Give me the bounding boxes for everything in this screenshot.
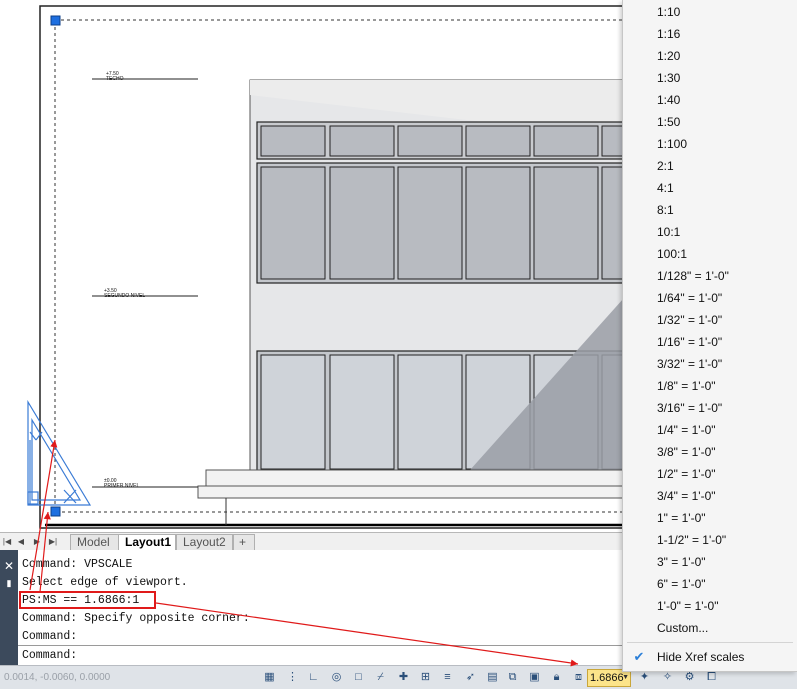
auto-scale-icon[interactable]: ✧ <box>660 670 675 685</box>
hide-xref-label: Hide Xref scales <box>657 650 745 664</box>
level-label-techo: +7.50 TECHO <box>106 72 124 82</box>
close-icon[interactable]: ✕ <box>3 560 15 572</box>
command-history-line: Select edge of viewport. <box>22 576 188 589</box>
scale-menu-item[interactable]: 1/4" = 1'-0" <box>623 419 797 441</box>
scale-menu-item[interactable]: 1-1/2" = 1'-0" <box>623 529 797 551</box>
previous-tab-button[interactable]: ◀ <box>16 536 26 548</box>
scale-value-text: 1.6866 <box>590 672 624 684</box>
level-label-primer: ±0.00 PRIMER NIVEL <box>104 479 139 489</box>
scale-menu-item[interactable]: 10:1 <box>623 221 797 243</box>
tab-model[interactable]: Model <box>70 534 119 550</box>
scale-menu-item[interactable]: 1/32" = 1'-0" <box>623 309 797 331</box>
checkmark-icon: ✔ <box>633 649 645 664</box>
3d-osnap-icon[interactable]: ⧉ <box>505 670 520 685</box>
plinth-step-lower <box>197 485 641 499</box>
dyn-icon[interactable]: ⊞ <box>418 670 433 685</box>
selection-cycling-icon[interactable]: ➶ <box>463 670 478 685</box>
annotation-scale-icon: ⧈ <box>575 671 582 683</box>
scale-menu-item[interactable]: 2:1 <box>623 155 797 177</box>
chevron-down-icon: ▼ <box>622 674 629 681</box>
scale-menu-item[interactable]: Custom... <box>623 617 797 639</box>
scale-menu-item[interactable]: 1:20 <box>623 45 797 67</box>
command-history-line: Command: <box>22 630 78 643</box>
scale-menu-item[interactable]: 3/8" = 1'-0" <box>623 441 797 463</box>
command-history: Command: VPSCALE Select edge of viewport… <box>22 556 622 646</box>
transparency-icon[interactable]: ▤ <box>485 670 500 685</box>
pin-icon[interactable]: ▮ <box>4 578 14 588</box>
scale-menu-item[interactable]: 6" = 1'-0" <box>623 573 797 595</box>
dynamic-ucs-icon[interactable]: ▣ <box>527 670 542 685</box>
command-history-line: Command: Specify opposite corner: <box>22 612 250 625</box>
viewport-grip-top <box>50 15 61 26</box>
snap-icon[interactable]: ⋮ <box>285 670 300 685</box>
ortho-icon[interactable]: ∟ <box>306 670 321 685</box>
scale-menu-item[interactable]: 1:50 <box>623 111 797 133</box>
scale-menu-item[interactable]: 1/2" = 1'-0" <box>623 463 797 485</box>
command-history-line: Command: VPSCALE <box>22 558 133 571</box>
level-name: SEGUNDO NIVEL <box>104 293 146 299</box>
last-tab-button[interactable]: ▶| <box>48 536 58 548</box>
osnap-icon[interactable]: □ <box>351 670 366 685</box>
scale-menu-item[interactable]: 1:40 <box>623 89 797 111</box>
next-tab-button[interactable]: ▶ <box>32 536 42 548</box>
scale-menu-item[interactable]: 1:30 <box>623 67 797 89</box>
tab-layout1[interactable]: Layout1 <box>118 534 176 550</box>
menu-separator <box>627 642 793 643</box>
scale-menu-item[interactable]: 1" = 1'-0" <box>623 507 797 529</box>
upper-window-panes <box>260 125 641 280</box>
lineweight-icon[interactable]: ≡ <box>440 670 455 685</box>
level-name: TECHO <box>106 76 124 82</box>
scale-menu-item[interactable]: 1/8" = 1'-0" <box>623 375 797 397</box>
scale-menu-item[interactable]: 1:16 <box>623 23 797 45</box>
scale-menu-item[interactable]: 1:10 <box>623 1 797 23</box>
scale-menu-item[interactable]: 1/128" = 1'-0" <box>623 265 797 287</box>
tab-layout2[interactable]: Layout2 <box>176 534 233 550</box>
scale-menu-item[interactable]: 1'-0" = 1'-0" <box>623 595 797 617</box>
scale-dropdown-menu: 1:10 1:16 1:20 1:30 1:40 1:50 1:100 2:1 4:1 8:1 10… <box>622 0 797 672</box>
polar-icon[interactable]: ◎ <box>329 670 344 685</box>
scale-menu-item[interactable]: 1:100 <box>623 133 797 155</box>
scale-menu-item[interactable]: 1/64" = 1'-0" <box>623 287 797 309</box>
annotation-visibility-icon[interactable]: ✦ <box>637 670 652 685</box>
lock-icon[interactable]: 🔒︎ <box>549 670 564 685</box>
first-tab-button[interactable]: |◀ <box>2 536 12 548</box>
scale-menu-item[interactable]: 3/4" = 1'-0" <box>623 485 797 507</box>
coordinate-readout: 0.0014, -0.0060, 0.0000 <box>4 672 111 683</box>
scale-menu-item[interactable]: 4:1 <box>623 177 797 199</box>
workspace-icon[interactable]: ⚙ <box>682 670 697 685</box>
command-input[interactable] <box>80 647 680 664</box>
scale-menu-item[interactable]: 3" = 1'-0" <box>623 551 797 573</box>
otrack-icon[interactable]: ⌿ <box>373 670 388 685</box>
viewport-grip-bottom <box>50 506 61 517</box>
viewport-lock-icon[interactable]: ⧠ <box>704 670 719 685</box>
scale-menu-item[interactable]: 8:1 <box>623 199 797 221</box>
level-label-segundo: +3.50 SEGUNDO NIVEL <box>104 289 145 299</box>
scale-menu-item[interactable]: 100:1 <box>623 243 797 265</box>
ucs-toggle-icon[interactable]: ✚ <box>396 670 411 685</box>
hide-xref-scales-option[interactable]: ✔ Hide Xref scales <box>623 646 797 668</box>
scale-menu-item[interactable]: 3/16" = 1'-0" <box>623 397 797 419</box>
scale-menu-item[interactable]: 1/16" = 1'-0" <box>623 331 797 353</box>
plinth-step-upper <box>205 469 641 487</box>
add-layout-button[interactable]: + <box>233 534 255 550</box>
grid-icon[interactable]: ▦ <box>262 670 277 685</box>
command-window-handle[interactable]: ✕ ▮ <box>0 550 18 665</box>
command-prompt: Command: <box>22 649 78 662</box>
scale-menu-item[interactable]: 3/32" = 1'-0" <box>623 353 797 375</box>
command-history-line: PS:MS == 1.6866:1 <box>22 594 140 607</box>
level-name: PRIMER NIVEL <box>104 483 140 489</box>
